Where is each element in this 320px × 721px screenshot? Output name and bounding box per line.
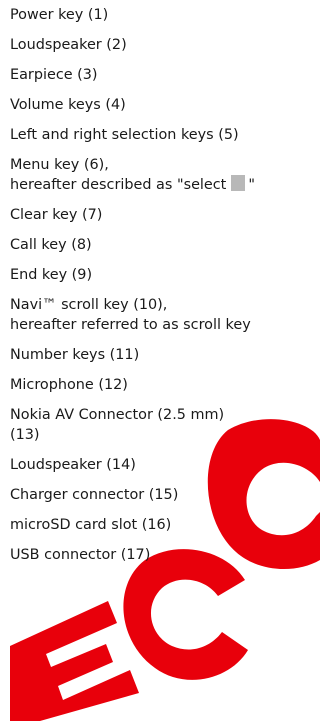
item-label: Loudspeaker (2)	[10, 37, 127, 53]
item-label: Charger connector (15)	[10, 487, 179, 503]
list-item-av-connector: Nokia AV Connector (2.5 mm) (13)	[10, 400, 320, 450]
item-description-quote: "	[248, 177, 255, 193]
list-item-microsd-slot: microSD card slot (16)	[10, 510, 320, 540]
item-label: USB connector (17)	[10, 547, 151, 563]
item-label: microSD card slot (16)	[10, 517, 172, 533]
list-item-usb-connector: USB connector (17)	[10, 540, 320, 570]
item-label: Loudspeaker (14)	[10, 457, 136, 473]
item-label: Menu key (6),	[10, 157, 109, 173]
list-item-charger-connector: Charger connector (15)	[10, 480, 320, 510]
list-item-power-key: Power key (1)	[10, 0, 320, 30]
list-item-loudspeaker: Loudspeaker (2)	[10, 30, 320, 60]
list-item-earpiece: Earpiece (3)	[10, 60, 320, 90]
list-item-end-key: End key (9)	[10, 260, 320, 290]
item-label: Navi™ scroll key (10),	[10, 297, 168, 313]
list-item-selection-keys: Left and right selection keys (5)	[10, 120, 320, 150]
item-label: Power key (1)	[10, 7, 109, 23]
item-label: Volume keys (4)	[10, 97, 126, 113]
list-item-menu-key: Menu key (6), hereafter described as "se…	[10, 150, 320, 200]
item-label: Left and right selection keys (5)	[10, 127, 239, 143]
list-item-scroll-key: Navi™ scroll key (10), hereafter referre…	[10, 290, 320, 340]
list-item-loudspeaker-2: Loudspeaker (14)	[10, 450, 320, 480]
list-item-call-key: Call key (8)	[10, 230, 320, 260]
item-description: (13)	[10, 427, 40, 443]
item-label: Earpiece (3)	[10, 67, 98, 83]
keys-list: Power key (1) Loudspeaker (2) Earpiece (…	[10, 0, 320, 570]
item-label: Number keys (11)	[10, 347, 140, 363]
list-item-number-keys: Number keys (11)	[10, 340, 320, 370]
list-item-clear-key: Clear key (7)	[10, 200, 320, 230]
select-key-icon	[231, 175, 246, 191]
item-description: hereafter described as "select "	[10, 175, 320, 195]
item-description: hereafter referred to as scroll key	[10, 317, 251, 333]
list-item-microphone: Microphone (12)	[10, 370, 320, 400]
item-label: Clear key (7)	[10, 207, 103, 223]
page: Power key (1) Loudspeaker (2) Earpiece (…	[0, 0, 320, 721]
item-label: Nokia AV Connector (2.5 mm)	[10, 407, 225, 423]
item-label: Microphone (12)	[10, 377, 128, 393]
item-label: End key (9)	[10, 267, 93, 283]
item-description-text: hereafter described as "select	[10, 177, 227, 193]
item-label: Call key (8)	[10, 237, 92, 253]
list-item-volume-keys: Volume keys (4)	[10, 90, 320, 120]
